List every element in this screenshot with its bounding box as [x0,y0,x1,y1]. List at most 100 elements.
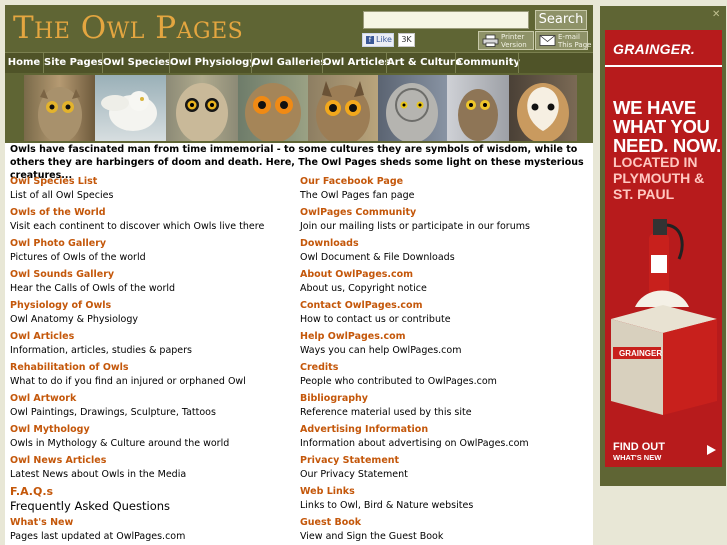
facebook-icon: f [366,36,374,44]
link-rehabilitation-of-owls[interactable]: Rehabilitation of Owls [10,360,295,375]
nav-site-pages[interactable]: Site Pages [44,53,103,73]
great-horned-owl-image [308,75,378,141]
link-downloads[interactable]: Downloads [300,236,585,251]
arrow-right-icon [707,445,716,455]
nav-owl-species[interactable]: Owl Species [103,53,171,73]
link-description: People who contributed to OwlPages.com [300,376,497,387]
ad-subline: LOCATED IN PLYMOUTH & ST. PAUL [613,154,705,202]
link-description: List of all Owl Species [10,190,114,201]
list-item: Rehabilitation of Owls What to do if you … [10,360,295,391]
grainger-ad[interactable]: GRAINGER. WE HAVE WHAT YOU NEED. NOW. LO… [605,30,722,467]
link-description: How to contact us or contribute [300,314,451,325]
link-description: Ways you can help OwlPages.com [300,345,462,356]
link-description: Pages last updated at OwlPages.com [10,531,186,542]
list-item: Guest Book View and Sign the Guest Book [300,515,585,545]
owl-banner[interactable] [24,75,577,141]
link-owl-sounds-gallery[interactable]: Owl Sounds Gallery [10,267,295,282]
link-description: Visit each continent to discover which O… [10,221,265,232]
link-owl-species-list[interactable]: Owl Species List [10,174,295,189]
barn-owl-image [509,75,577,141]
email-page-label: E-mail This Page [558,33,592,49]
list-item: Downloads Owl Document & File Downloads [300,236,585,267]
list-item: Owl Photo Gallery Pictures of Owls of the… [10,236,295,267]
advertisement-sidebar: ✕ GRAINGER. WE HAVE WHAT YOU NEED. NOW. … [600,6,726,486]
link-whats-new[interactable]: What's New [10,515,295,530]
link-owls-of-the-world[interactable]: Owls of the World [10,205,295,220]
link-description: Our Privacy Statement [300,469,408,480]
list-item: Help OwlPages.com Ways you can help OwlPa… [300,329,585,360]
link-description: Information, articles, studies & papers [10,345,193,356]
link-description: What to do if you find an injured or orp… [10,376,246,387]
list-item: What's New Pages last updated at OwlPages… [10,515,295,545]
printer-version-label: Printer Version [501,33,527,49]
nav-community[interactable]: Community [456,53,520,73]
link-owl-news-articles[interactable]: Owl News Articles [10,453,295,468]
list-item: Our Facebook Page The Owl Pages fan page [300,174,585,205]
ad-divider [605,65,722,67]
list-item: Owl Artwork Owl Paintings, Drawings, Scul… [10,391,295,422]
link-owl-photo-gallery[interactable]: Owl Photo Gallery [10,236,295,251]
list-item: Contact OwlPages.com How to contact us or… [300,298,585,329]
link-description: Owl Paintings, Drawings, Sculpture, Tatt… [10,407,216,418]
link-description: Join our mailing lists or participate in… [300,221,530,232]
printer-icon [482,34,499,47]
link-description: Owl Document & File Downloads [300,252,455,263]
nav-owl-physiology[interactable]: Owl Physiology [170,53,256,73]
link-about[interactable]: About OwlPages.com [300,267,585,282]
list-item: Advertising Information Information about… [300,422,585,453]
grainger-logo: GRAINGER. [613,41,696,57]
link-description: Hear the Calls of Owls of the world [10,283,176,294]
link-advertising-information[interactable]: Advertising Information [300,422,585,437]
link-description: View and Sign the Guest Book [300,531,444,542]
link-physiology-of-owls[interactable]: Physiology of Owls [10,298,295,313]
link-bibliography[interactable]: Bibliography [300,391,585,406]
ad-logo-bar: GRAINGER. [605,30,722,65]
pygmy-owl-image [447,75,509,141]
link-web-links[interactable]: Web Links [300,484,585,499]
header: The Owl Pages Search f Like 3K Printer Ve… [5,5,593,52]
link-facebook-page[interactable]: Our Facebook Page [300,174,585,189]
site-container: The Owl Pages Search f Like 3K Printer Ve… [5,5,593,545]
link-description: Latest News about Owls in the Media [10,469,187,480]
link-owl-articles[interactable]: Owl Articles [10,329,295,344]
right-link-column: Our Facebook Page The Owl Pages fan page … [300,174,585,545]
email-page-button[interactable]: E-mail This Page [535,31,592,50]
link-description: Owls in Mythology & Culture around the w… [10,438,230,449]
link-owlpages-community[interactable]: OwlPages Community [300,205,585,220]
ad-box-logo: GRAINGER [619,349,662,358]
nav-owl-articles[interactable]: Owl Articles [323,53,391,73]
ad-close-icon[interactable]: ✕ [712,10,722,20]
list-item: Credits People who contributed to OwlPage… [300,360,585,391]
link-description: About us, Copyright notice [300,283,427,294]
search-button[interactable]: Search [535,10,587,30]
ad-cta[interactable]: FIND OUT WHAT'S NEW [605,435,722,467]
list-item: Owl Species List List of all Owl Species [10,174,295,205]
list-item: Physiology of Owls Owl Anatomy & Physiolo… [10,298,295,329]
list-item: Web Links Links to Owl, Bird & Nature web… [300,484,585,515]
snowy-owl-image [95,75,166,141]
link-owl-artwork[interactable]: Owl Artwork [10,391,295,406]
facebook-like-button[interactable]: f Like [362,33,394,47]
link-contact[interactable]: Contact OwlPages.com [300,298,585,313]
link-faqs[interactable]: F.A.Q.s [10,484,295,499]
link-owl-mythology[interactable]: Owl Mythology [10,422,295,437]
link-privacy-statement[interactable]: Privacy Statement [300,453,585,468]
envelope-icon [539,35,556,46]
great-grey-owl-image [378,75,447,141]
search-input[interactable] [363,11,529,29]
list-item: Owl Articles Information, articles, studi… [10,329,295,360]
nav-home[interactable]: Home [5,53,43,73]
nav-art-culture[interactable]: Art & Culture [387,53,462,73]
short-eared-owl-image [166,75,238,141]
link-description: Links to Owl, Bird & Nature websites [300,500,474,511]
nav-divider [518,53,519,73]
link-description: The Owl Pages fan page [300,190,415,201]
link-help[interactable]: Help OwlPages.com [300,329,585,344]
site-logo[interactable]: The Owl Pages [13,11,243,45]
nav-owl-galleries[interactable]: Owl Galleries [252,53,326,73]
link-description: Information about advertising on OwlPage… [300,438,529,449]
link-guest-book[interactable]: Guest Book [300,515,585,530]
printer-version-button[interactable]: Printer Version [478,31,534,50]
list-item: F.A.Q.s Frequently Asked Questions [10,484,295,515]
link-credits[interactable]: Credits [300,360,585,375]
